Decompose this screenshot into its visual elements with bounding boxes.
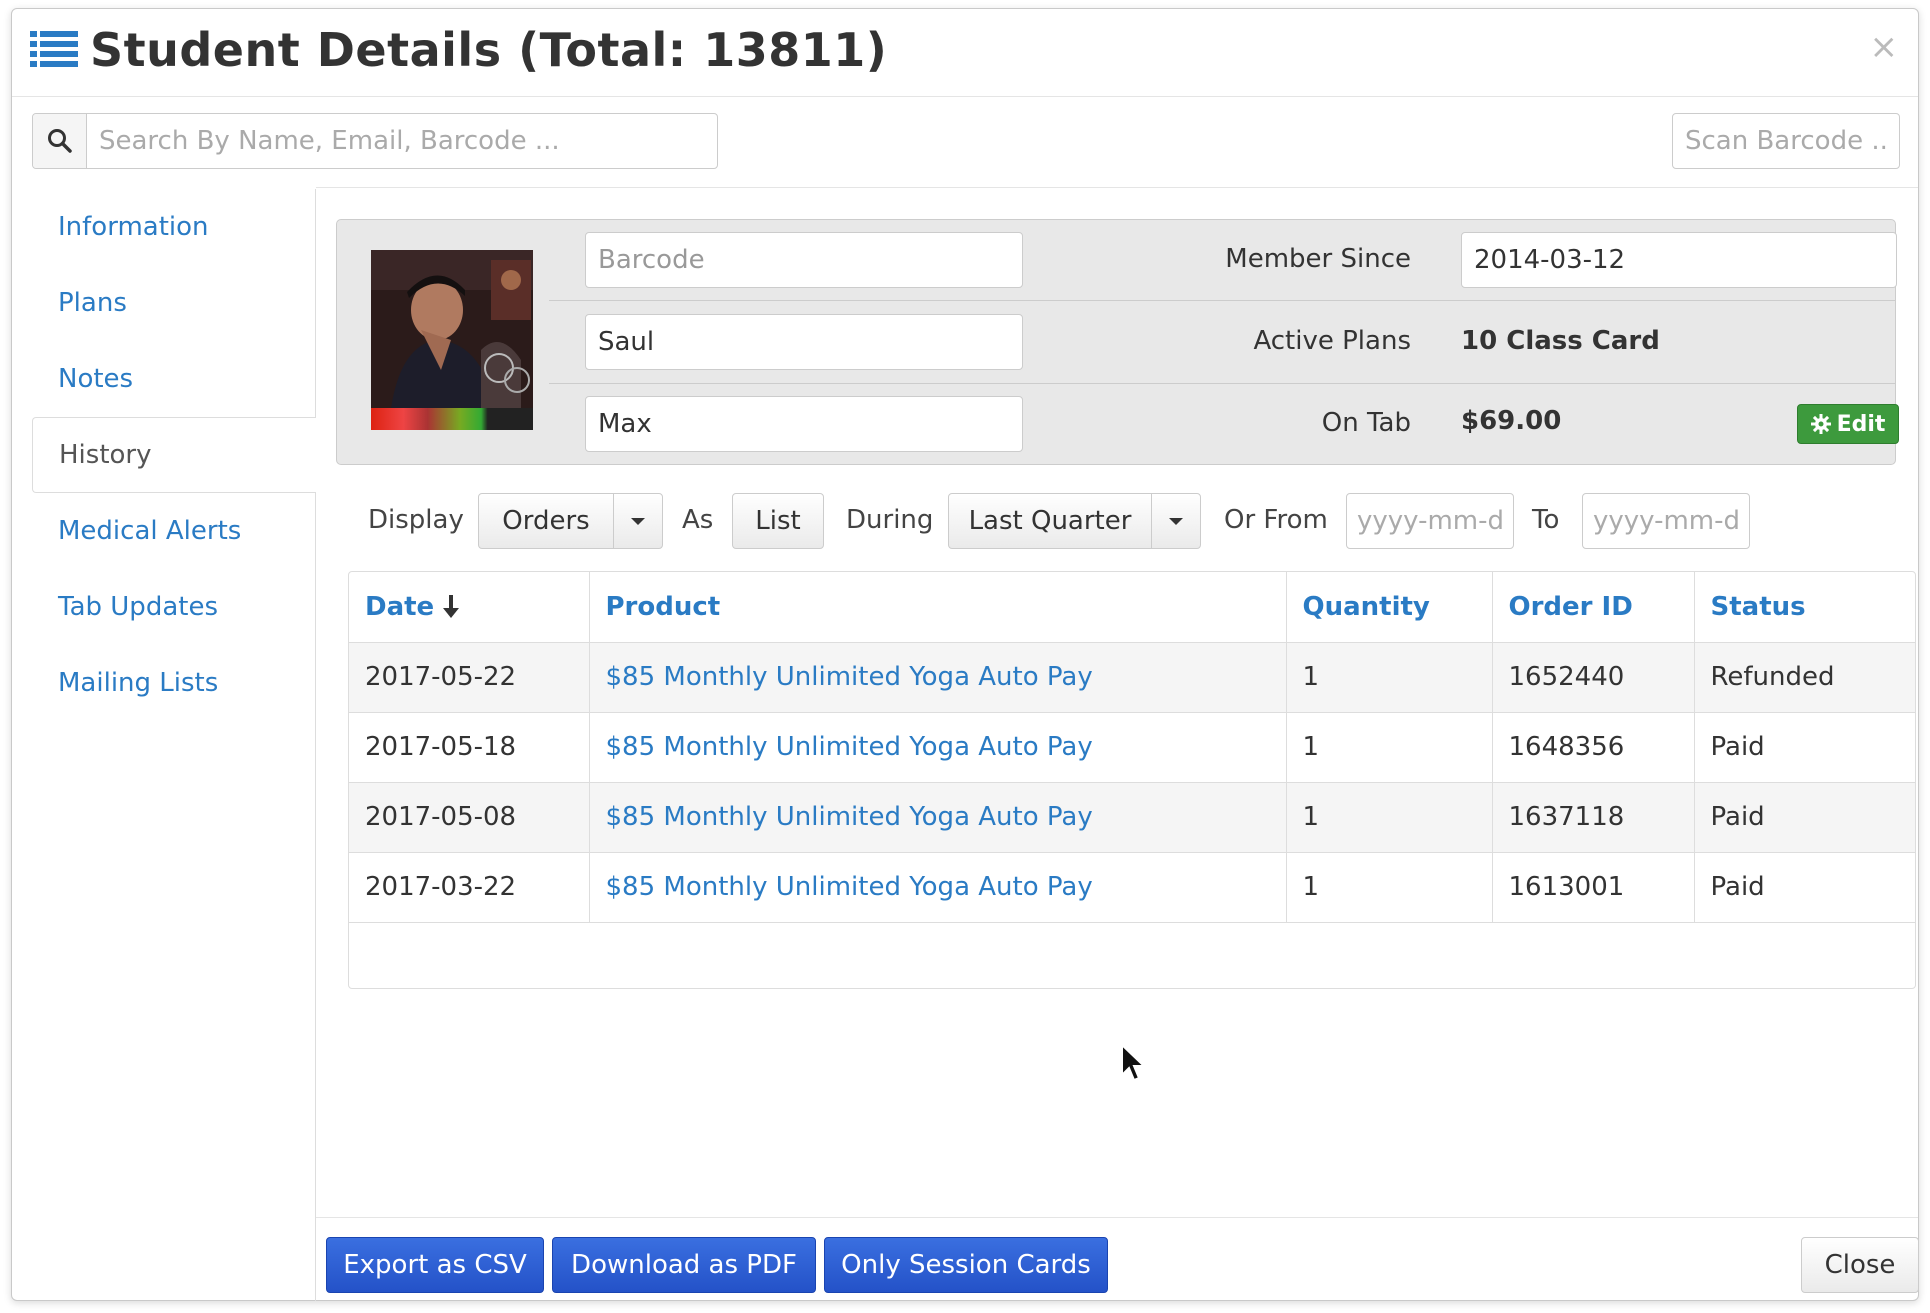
page-title: Student Details (Total: 13811) xyxy=(90,23,888,77)
active-plans-value: 10 Class Card xyxy=(1461,326,1660,356)
row-divider xyxy=(549,383,1895,384)
sidebar-item-notes[interactable]: Notes xyxy=(32,341,315,417)
sidebar: Information Plans Notes History Medical … xyxy=(32,189,316,1301)
first-name-field[interactable] xyxy=(585,314,1023,370)
order-status: Paid xyxy=(1694,782,1915,853)
display-label: Display xyxy=(368,505,464,535)
avatar xyxy=(371,250,533,430)
during-dropdown-toggle[interactable] xyxy=(1151,493,1201,549)
table-row: 2017-03-22 $85 Monthly Unlimited Yoga Au… xyxy=(349,852,1915,923)
list-icon xyxy=(30,31,78,67)
order-status: Paid xyxy=(1694,712,1915,783)
display-dropdown-toggle[interactable] xyxy=(613,493,663,549)
barcode-field[interactable] xyxy=(585,232,1023,288)
order-quantity: 1 xyxy=(1286,852,1493,923)
table-row: 2017-05-18 $85 Monthly Unlimited Yoga Au… xyxy=(349,712,1915,783)
member-since-field[interactable] xyxy=(1461,232,1897,288)
column-header-date-label: Date xyxy=(365,591,435,622)
order-quantity: 1 xyxy=(1286,782,1493,853)
avatar-color-bar xyxy=(371,408,533,430)
product-link[interactable]: $85 Monthly Unlimited Yoga Auto Pay xyxy=(606,732,1093,762)
sidebar-item-plans[interactable]: Plans xyxy=(32,265,315,341)
table-row: 2017-05-22 $85 Monthly Unlimited Yoga Au… xyxy=(349,642,1915,713)
order-id: 1637118 xyxy=(1492,782,1695,853)
order-date: 2017-05-18 xyxy=(349,712,590,783)
order-id: 1652440 xyxy=(1492,642,1695,713)
only-session-cards-button[interactable]: Only Session Cards xyxy=(824,1237,1108,1293)
or-from-label: Or From xyxy=(1224,505,1328,535)
edit-button-label: Edit xyxy=(1836,411,1886,437)
last-name-field[interactable] xyxy=(585,396,1023,452)
from-date-input[interactable] xyxy=(1346,493,1514,549)
scan-barcode-input[interactable] xyxy=(1672,113,1900,169)
content-divider xyxy=(316,187,1918,188)
close-icon[interactable]: × xyxy=(1870,27,1899,67)
filter-row: Display Orders As List During Last Quart… xyxy=(336,493,1896,549)
sort-down-icon xyxy=(443,595,460,619)
footer-divider xyxy=(316,1217,1918,1218)
to-date-input[interactable] xyxy=(1582,493,1750,549)
product-link[interactable]: $85 Monthly Unlimited Yoga Auto Pay xyxy=(606,872,1093,902)
orders-table: Date Product Quantity Order ID Status 20… xyxy=(348,571,1916,989)
row-divider xyxy=(549,300,1895,301)
column-header-date[interactable]: Date xyxy=(349,572,590,643)
sidebar-item-mailing-lists[interactable]: Mailing Lists xyxy=(32,645,315,721)
order-product: $85 Monthly Unlimited Yoga Auto Pay xyxy=(589,642,1287,713)
product-link[interactable]: $85 Monthly Unlimited Yoga Auto Pay xyxy=(606,662,1093,692)
caret-down-icon xyxy=(1169,517,1183,525)
search-input[interactable] xyxy=(87,114,717,168)
member-since-label: Member Since xyxy=(1225,244,1411,274)
to-label: To xyxy=(1532,505,1560,535)
order-id: 1648356 xyxy=(1492,712,1695,783)
column-header-status[interactable]: Status xyxy=(1694,572,1915,643)
sidebar-item-information[interactable]: Information xyxy=(32,189,315,265)
order-product: $85 Monthly Unlimited Yoga Auto Pay xyxy=(589,782,1287,853)
column-header-product[interactable]: Product xyxy=(589,572,1287,643)
sidebar-item-history[interactable]: History xyxy=(32,417,316,493)
during-select[interactable]: Last Quarter xyxy=(948,493,1152,549)
order-date: 2017-03-22 xyxy=(349,852,590,923)
order-quantity: 1 xyxy=(1286,642,1493,713)
table-header-row: Date Product Quantity Order ID Status xyxy=(349,572,1915,643)
active-plans-label: Active Plans xyxy=(1253,326,1411,356)
student-details-modal: Student Details (Total: 13811) × Informa… xyxy=(11,8,1919,1301)
export-csv-button[interactable]: Export as CSV xyxy=(326,1237,544,1293)
order-date: 2017-05-22 xyxy=(349,642,590,713)
on-tab-label: On Tab xyxy=(1321,408,1411,438)
during-label: During xyxy=(846,505,934,535)
sidebar-item-tab-updates[interactable]: Tab Updates xyxy=(32,569,315,645)
display-select[interactable]: Orders xyxy=(478,493,614,549)
order-quantity: 1 xyxy=(1286,712,1493,783)
sidebar-item-medical-alerts[interactable]: Medical Alerts xyxy=(32,493,315,569)
on-tab-value: $69.00 xyxy=(1461,406,1562,436)
order-id: 1613001 xyxy=(1492,852,1695,923)
column-header-quantity[interactable]: Quantity xyxy=(1286,572,1493,643)
order-status: Paid xyxy=(1694,852,1915,923)
gear-icon xyxy=(1810,414,1831,434)
search-group xyxy=(32,113,718,169)
download-pdf-button[interactable]: Download as PDF xyxy=(552,1237,816,1293)
product-link[interactable]: $85 Monthly Unlimited Yoga Auto Pay xyxy=(606,802,1093,832)
order-status: Refunded xyxy=(1694,642,1915,713)
table-row: 2017-05-08 $85 Monthly Unlimited Yoga Au… xyxy=(349,782,1915,853)
as-label: As xyxy=(682,505,714,535)
mouse-pointer-icon xyxy=(1121,1043,1146,1082)
as-list-button[interactable]: List xyxy=(732,493,824,549)
edit-button[interactable]: Edit xyxy=(1797,404,1899,444)
order-product: $85 Monthly Unlimited Yoga Auto Pay xyxy=(589,712,1287,783)
column-header-order-id[interactable]: Order ID xyxy=(1492,572,1695,643)
close-button[interactable]: Close xyxy=(1801,1237,1919,1293)
modal-header: Student Details (Total: 13811) × xyxy=(12,9,1918,97)
caret-down-icon xyxy=(631,517,645,525)
order-product: $85 Monthly Unlimited Yoga Auto Pay xyxy=(589,852,1287,923)
order-date: 2017-05-08 xyxy=(349,782,590,853)
search-icon xyxy=(33,114,87,168)
profile-panel: Member Since Active Plans 10 Class Card … xyxy=(336,219,1899,465)
